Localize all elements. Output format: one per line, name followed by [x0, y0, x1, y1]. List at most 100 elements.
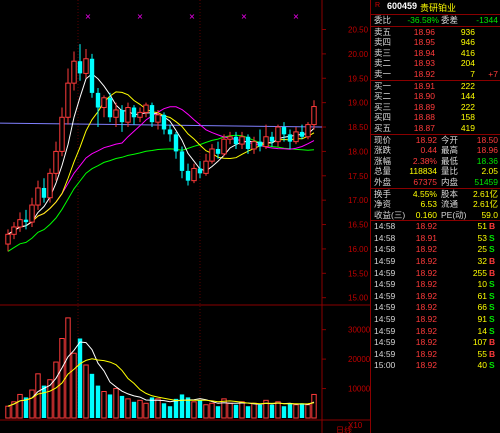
volume-bar: [203, 404, 209, 419]
ask-row[interactable]: 卖五 18.96 936: [371, 27, 500, 38]
ask-row[interactable]: 卖一 18.92 7 +7: [371, 69, 500, 80]
tick-row[interactable]: 14:59 18.92 55 B: [371, 349, 500, 361]
candle-body: [209, 148, 215, 162]
candle-body: [23, 219, 29, 223]
tick-row[interactable]: 15:00 18.92 40 S: [371, 360, 500, 372]
tick-volume: 91: [477, 314, 487, 325]
stat-value: 59.0: [481, 209, 498, 220]
stat-value: 6.53: [420, 199, 437, 210]
ask-label: 卖四: [374, 37, 392, 48]
tick-row[interactable]: 14:59 18.92 10 S: [371, 279, 500, 291]
ask-price: 18.94: [413, 47, 435, 58]
stock-code[interactable]: 600459: [387, 1, 417, 11]
tick-row[interactable]: 14:59 18.92 255 B: [371, 268, 500, 280]
stat-value: 0.44: [420, 145, 437, 156]
stat-row: 涨幅 2.38% 最低 18.36: [371, 156, 500, 167]
bid-row[interactable]: 买三 18.89 222: [371, 102, 500, 113]
volume-bar: [215, 406, 221, 418]
ask-price: 18.95: [413, 37, 435, 48]
volume-bar: [299, 403, 305, 418]
stat-label: 涨幅: [374, 155, 392, 166]
ask-volume: 204: [460, 58, 475, 69]
bid-volume: 158: [460, 112, 475, 123]
tick-price: 18.92: [415, 221, 437, 232]
tick-side: S: [489, 244, 495, 255]
volume-bar: [107, 394, 113, 418]
tick-row[interactable]: 14:59 18.92 61 S: [371, 291, 500, 303]
tick-volume: 55: [477, 348, 487, 359]
tick-row[interactable]: 14:58 18.91 53 S: [371, 233, 500, 245]
stat-label: 净资: [374, 199, 392, 210]
tick-volume: 53: [477, 232, 487, 243]
tick-side: S: [489, 232, 495, 243]
candle-body: [125, 107, 131, 123]
tick-row[interactable]: 14:59 18.92 107 B: [371, 337, 500, 349]
candle-body: [275, 126, 281, 143]
candle-body: [263, 136, 269, 148]
candle-body: [197, 168, 203, 174]
stat-value: 18.50: [476, 134, 498, 145]
tick-list[interactable]: 14:58 18.92 51 B 14:58 18.91 53 S 14:58 18.92 25 S 1…: [371, 220, 500, 372]
stock-name[interactable]: 贵研铂业: [420, 1, 456, 14]
reference-line: [0, 122, 323, 128]
volume-bar: [233, 404, 239, 418]
volume-bar: [29, 389, 35, 419]
tick-time: 14:59: [374, 279, 396, 290]
ask-row[interactable]: 卖四 18.95 946: [371, 37, 500, 48]
tick-time: 14:58: [374, 232, 396, 243]
candle-body: [203, 160, 209, 174]
volume-bar: [89, 373, 95, 418]
r-badge: R: [375, 2, 381, 9]
price-tick-label: 15.50: [348, 269, 369, 278]
quote-panel: R 600459 贵研铂业 委比 -36.58% 委差 -1344 卖五 18.9…: [370, 0, 500, 433]
candle-body: [107, 97, 113, 118]
candle-body: [293, 131, 299, 143]
candle-body: [281, 127, 287, 135]
ask-label: 卖五: [374, 26, 392, 37]
ask-row[interactable]: 卖二 18.93 204: [371, 58, 500, 69]
ask-volume: 936: [460, 26, 475, 37]
volume-bar: [155, 398, 161, 419]
bid-row[interactable]: 买二 18.90 144: [371, 91, 500, 102]
tick-side: S: [489, 279, 495, 290]
volume-bar: [209, 402, 215, 419]
bid-row[interactable]: 买四 18.88 158: [371, 112, 500, 123]
volume-bar: [5, 405, 11, 419]
volume-bar: [119, 395, 125, 418]
bid-row[interactable]: 买一 18.91 222: [371, 81, 500, 92]
volume-bar: [173, 398, 179, 418]
tick-row[interactable]: 14:59 18.92 91 S: [371, 314, 500, 326]
tick-row[interactable]: 14:59 18.92 32 B: [371, 256, 500, 268]
tick-row[interactable]: 14:59 18.92 66 S: [371, 302, 500, 314]
ask-volume: 7: [470, 68, 475, 79]
tick-volume: 40: [477, 360, 487, 371]
tick-row[interactable]: 14:59 18.92 14 S: [371, 326, 500, 338]
ask-row[interactable]: 卖三 18.94 416: [371, 48, 500, 59]
tick-side: B: [489, 348, 496, 359]
volume-bar: [191, 401, 197, 419]
ask-volume: 946: [460, 37, 475, 48]
volume-bar: [143, 402, 149, 419]
bid-label: 买五: [374, 122, 392, 133]
tick-price: 18.92: [415, 302, 437, 313]
price-tick-label: 17.00: [348, 196, 369, 205]
tick-time: 14:59: [374, 256, 396, 267]
candle-body: [221, 138, 227, 155]
kline-chart-area[interactable]: × × × × × 20.50 20.00 19.50 19.00 18.50 18.00 17.50…: [0, 0, 370, 433]
bid-row[interactable]: 买五 18.87 419: [371, 123, 500, 134]
tick-volume: 14: [477, 325, 487, 336]
tick-row[interactable]: 14:58 18.92 25 S: [371, 244, 500, 256]
candle-body: [29, 204, 35, 223]
bid-volume: 222: [460, 80, 475, 91]
candle-body: [11, 226, 17, 235]
bid-label: 买一: [374, 80, 392, 91]
ask-volume: 416: [460, 47, 475, 58]
kline-chart[interactable]: × × × × × 20.50 20.00 19.50 19.00 18.50 18.00 17.50…: [0, 0, 370, 433]
bid-price: 18.90: [413, 91, 435, 102]
weibi-value: -36.58%: [407, 15, 439, 25]
stat-value: 0.160: [415, 209, 437, 220]
tick-row[interactable]: 14:58 18.92 51 B: [371, 221, 500, 233]
stat-row: 换手 4.55% 股本 2.61亿: [371, 189, 500, 200]
stat-value: 51459: [474, 176, 498, 187]
period-marker: ×: [241, 12, 248, 21]
